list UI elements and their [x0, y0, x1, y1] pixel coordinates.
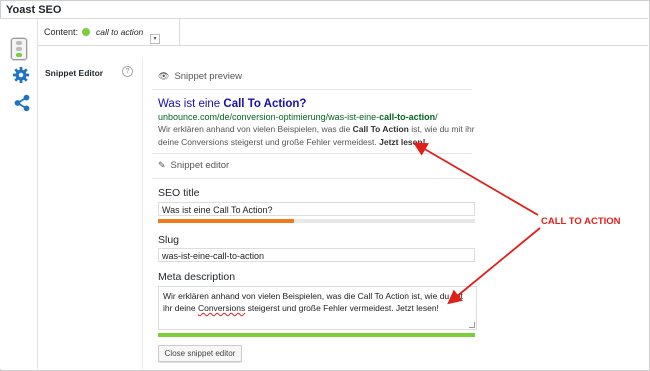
arrow-to-meta [447, 227, 541, 305]
arrow-to-preview [412, 142, 539, 216]
annotation-label: CALL TO ACTION [541, 216, 621, 227]
annotation-arrows [412, 142, 541, 305]
